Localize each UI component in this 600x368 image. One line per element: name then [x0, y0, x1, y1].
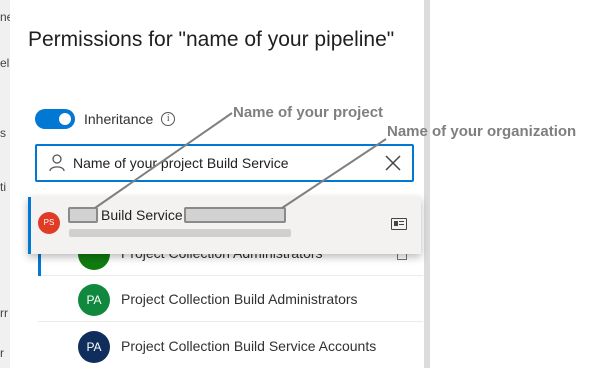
annotation-project: Name of your project [233, 104, 384, 121]
annotation-lines [94, 112, 387, 209]
annotation-organization: Name of your organization [387, 123, 577, 140]
